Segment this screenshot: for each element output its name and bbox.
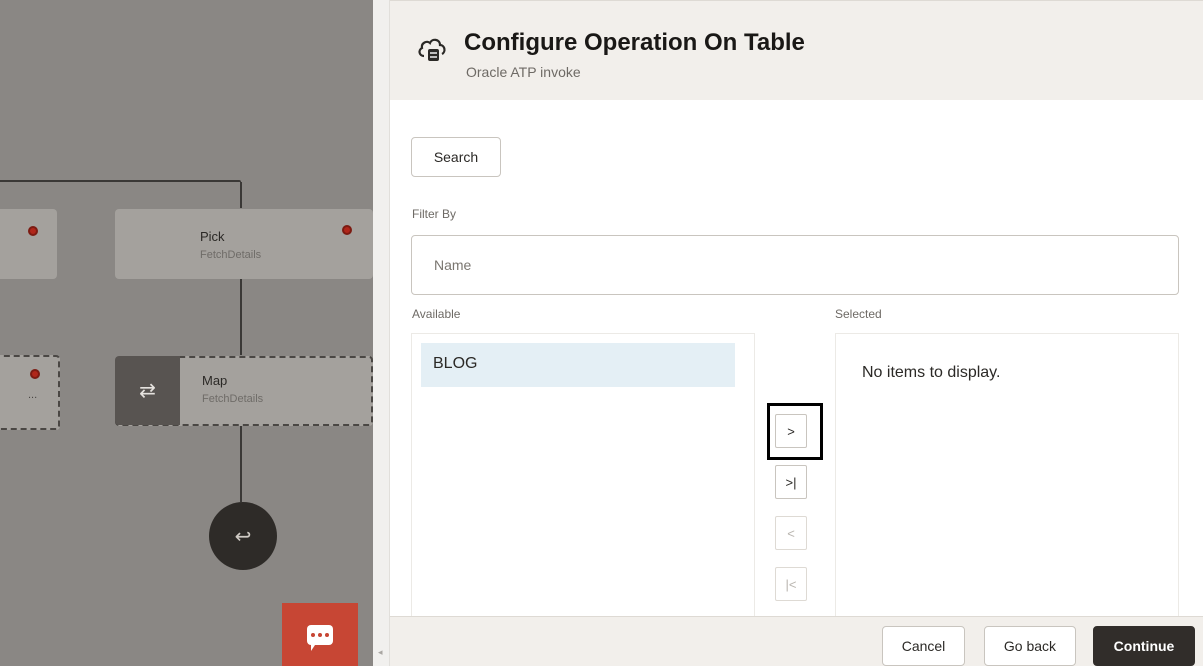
connector-line (0, 180, 233, 182)
continue-button[interactable]: Continue (1093, 626, 1195, 666)
filter-input[interactable] (411, 235, 1179, 295)
error-indicator-icon (30, 369, 40, 379)
move-selected-button[interactable]: > (775, 414, 807, 448)
error-indicator-icon (342, 225, 352, 235)
undo-arrow-icon[interactable]: ↩ (209, 502, 277, 570)
canvas-scrollbar[interactable]: ◂ (373, 0, 390, 666)
node-subtitle: FetchDetails (200, 249, 262, 261)
partial-node-dashed[interactable]: ... (0, 355, 60, 430)
node-title: Pick (200, 229, 225, 244)
integration-canvas: Pick FetchDetails ... Map FetchDetails ⇄… (0, 0, 373, 666)
selected-list[interactable]: No items to display. (835, 333, 1179, 623)
configure-operation-dialog: Configure Operation On Table Oracle ATP … (390, 0, 1203, 666)
remove-all-button[interactable]: |< (775, 567, 807, 601)
dialog-header: Configure Operation On Table Oracle ATP … (390, 0, 1203, 100)
swap-arrows-icon: ⇄ (115, 356, 180, 425)
error-indicator-icon (28, 226, 38, 236)
node-subtitle: FetchDetails (202, 393, 264, 405)
chat-bubble-icon (307, 624, 333, 651)
partial-node[interactable] (0, 209, 57, 279)
go-back-button[interactable]: Go back (984, 626, 1076, 666)
dialog-title: Configure Operation On Table (464, 29, 805, 56)
dialog-footer: Cancel Go back Continue (390, 616, 1203, 666)
connector-line (240, 426, 242, 502)
dialog-subtitle: Oracle ATP invoke (466, 64, 581, 80)
search-button[interactable]: Search (411, 137, 501, 177)
available-label: Available (412, 307, 461, 321)
node-title: Map (202, 373, 228, 388)
cloud-database-icon (418, 38, 446, 61)
pick-node[interactable]: Pick FetchDetails (115, 209, 373, 279)
connector-line (240, 182, 242, 208)
empty-message: No items to display. (862, 364, 1001, 381)
remove-selected-button[interactable]: < (775, 516, 807, 550)
cancel-button[interactable]: Cancel (882, 626, 965, 666)
chat-button[interactable] (282, 603, 358, 666)
selected-label: Selected (835, 307, 882, 321)
move-all-button[interactable]: >| (775, 465, 807, 499)
connector-line (240, 279, 242, 355)
filter-label: Filter By (412, 207, 457, 221)
available-list[interactable]: BLOG (411, 333, 755, 623)
scroll-down-icon[interactable]: ◂ (378, 647, 383, 658)
list-item[interactable]: BLOG (421, 343, 735, 387)
overflow-text: ... (28, 389, 38, 401)
